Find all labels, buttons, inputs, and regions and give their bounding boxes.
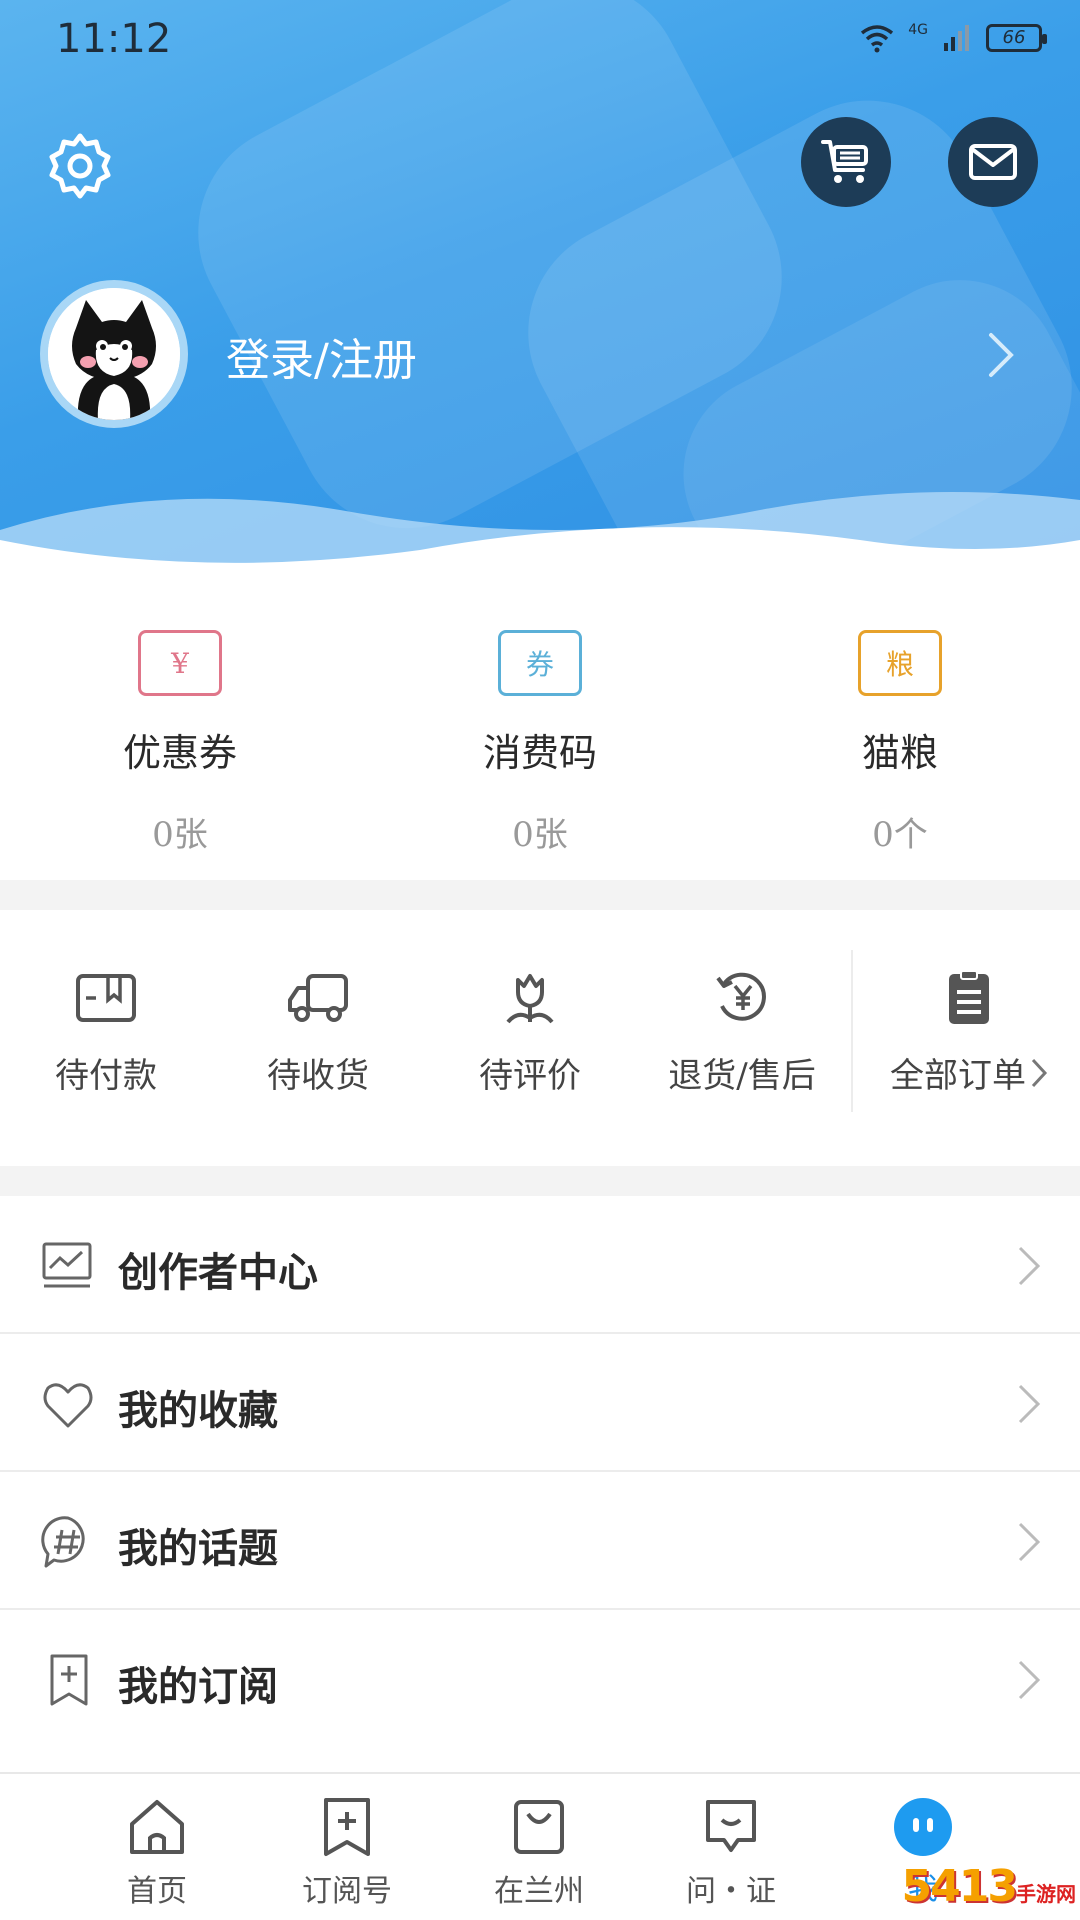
site-watermark: 5413手游网: [902, 1861, 1076, 1912]
ticket-icon-symbol: 券: [525, 648, 554, 681]
pending-review-item[interactable]: 待评价: [424, 970, 636, 1097]
bookmark-plus-icon: [324, 1798, 370, 1856]
tab-ask-verify-label: 问・证: [686, 1874, 776, 1909]
network-type: 4G: [908, 22, 928, 38]
pending-payment-label: 待付款: [55, 1056, 157, 1096]
pending-review-label: 待评价: [479, 1056, 581, 1096]
status-time: 11:12: [56, 16, 172, 62]
consumption-code-label: 消费码: [482, 731, 597, 775]
flower-icon: [506, 974, 554, 1024]
smile-face-icon: [894, 1798, 952, 1856]
signal-icon: [944, 25, 969, 51]
chevron-right-icon: [1031, 1058, 1048, 1087]
all-orders-label: 全部订单: [890, 1056, 1026, 1096]
message-button[interactable]: [948, 117, 1038, 207]
tab-subscription[interactable]: 订阅号: [252, 1796, 442, 1910]
menu-label-topics: 我的话题: [118, 1525, 278, 1572]
clipboard-icon: [949, 970, 989, 1024]
tab-lanzhou-label: 在兰州: [494, 1874, 584, 1909]
menu-item-favorites[interactable]: 我的收藏: [0, 1334, 1080, 1472]
cat-food-label: 猫粮: [861, 731, 938, 775]
chat-bubble-icon: [706, 1800, 756, 1852]
orders-divider: [851, 950, 853, 1112]
coupon-item[interactable]: ¥ 优惠券 0张: [0, 630, 360, 856]
refund-after-sale-label: 退货/售后: [668, 1056, 816, 1096]
all-orders-row: 全部订单: [858, 1048, 1080, 1097]
chevron-right-icon: [1018, 1384, 1041, 1424]
tab-home-label: 首页: [127, 1874, 187, 1909]
refund-after-sale-item[interactable]: 退货/售后: [636, 970, 848, 1097]
menu-label-subscriptions: 我的订阅: [118, 1663, 278, 1710]
ticket-icon: 券: [498, 630, 582, 696]
settings-icon[interactable]: [44, 130, 116, 202]
cart-button[interactable]: [801, 117, 891, 207]
mail-icon: [969, 144, 1017, 180]
tab-subscription-label: 订阅号: [302, 1874, 392, 1909]
section-divider: [0, 880, 1080, 910]
coupon-count: 0张: [152, 815, 208, 855]
cat-food-item[interactable]: 粮 猫粮 0个: [720, 630, 1080, 856]
menu-list: 创作者中心 我的收藏 我的话题 我的订阅: [0, 1196, 1080, 1748]
menu-item-subscriptions[interactable]: 我的订阅: [0, 1610, 1080, 1748]
wifi-icon: [861, 25, 894, 53]
pending-payment-item[interactable]: 待付款: [0, 970, 212, 1097]
bookmark-add-icon: [50, 1654, 88, 1706]
hashtag-bubble-icon: [41, 1516, 85, 1568]
avatar[interactable]: [40, 280, 188, 428]
section-divider: [0, 1166, 1080, 1196]
tab-home[interactable]: 首页: [62, 1796, 252, 1910]
cart-icon: [821, 140, 868, 183]
chevron-right-icon[interactable]: [986, 330, 1016, 380]
wallet-icon: [76, 974, 136, 1022]
bottom-tab-bar: 首页 订阅号 在兰州 问・证 我 5413手游网: [0, 1772, 1080, 1920]
heart-icon: [43, 1383, 93, 1428]
consumption-code-item[interactable]: 券 消费码 0张: [360, 630, 720, 856]
cat-food-icon-symbol: 粮: [885, 648, 914, 681]
refund-icon: [716, 972, 766, 1021]
all-orders-link[interactable]: 全部订单: [858, 970, 1080, 1097]
profile-header: 11:12 4G 66 登录/注册: [0, 0, 1080, 580]
tab-ask-verify[interactable]: 问・证: [636, 1796, 826, 1910]
status-icons: 4G 66: [860, 18, 1047, 58]
consumption-code-count: 0张: [512, 815, 568, 855]
menu-item-topics[interactable]: 我的话题: [0, 1472, 1080, 1610]
coupon-label: 优惠券: [122, 731, 237, 775]
tab-lanzhou[interactable]: 在兰州: [444, 1796, 634, 1910]
menu-item-creator-center[interactable]: 创作者中心: [0, 1196, 1080, 1334]
coupon-icon: ¥: [138, 630, 222, 696]
battery-indicator: 66: [986, 24, 1047, 52]
home-icon: [130, 1800, 184, 1854]
pending-delivery-label: 待收货: [267, 1056, 369, 1096]
wallet-section: ¥ 优惠券 0张 券 消费码 0张 粮 猫粮 0个: [0, 590, 1080, 880]
menu-label-favorites: 我的收藏: [118, 1387, 278, 1434]
watermark-main: 5413: [901, 1861, 1018, 1912]
login-register-link[interactable]: 登录/注册: [226, 324, 417, 388]
truck-icon: [288, 974, 348, 1022]
header-wave: [0, 492, 1080, 580]
cat-food-icon: 粮: [858, 630, 942, 696]
menu-label-creator-center: 创作者中心: [118, 1249, 318, 1296]
coupon-icon-symbol: ¥: [171, 646, 189, 680]
pending-delivery-item[interactable]: 待收货: [212, 970, 424, 1097]
watermark-sub: 手游网: [1016, 1882, 1076, 1906]
shopping-bag-icon: [514, 1800, 564, 1854]
status-bar: 11:12 4G 66: [0, 0, 1080, 80]
chart-board-icon: [42, 1242, 92, 1288]
orders-section: 待付款 待收货 待评价 退货/售后 全部订单: [0, 910, 1080, 1166]
chevron-right-icon: [1018, 1246, 1041, 1286]
cat-avatar-icon: [48, 288, 180, 420]
cat-food-count: 0个: [872, 815, 928, 855]
chevron-right-icon: [1018, 1522, 1041, 1562]
chevron-right-icon: [1018, 1660, 1041, 1700]
